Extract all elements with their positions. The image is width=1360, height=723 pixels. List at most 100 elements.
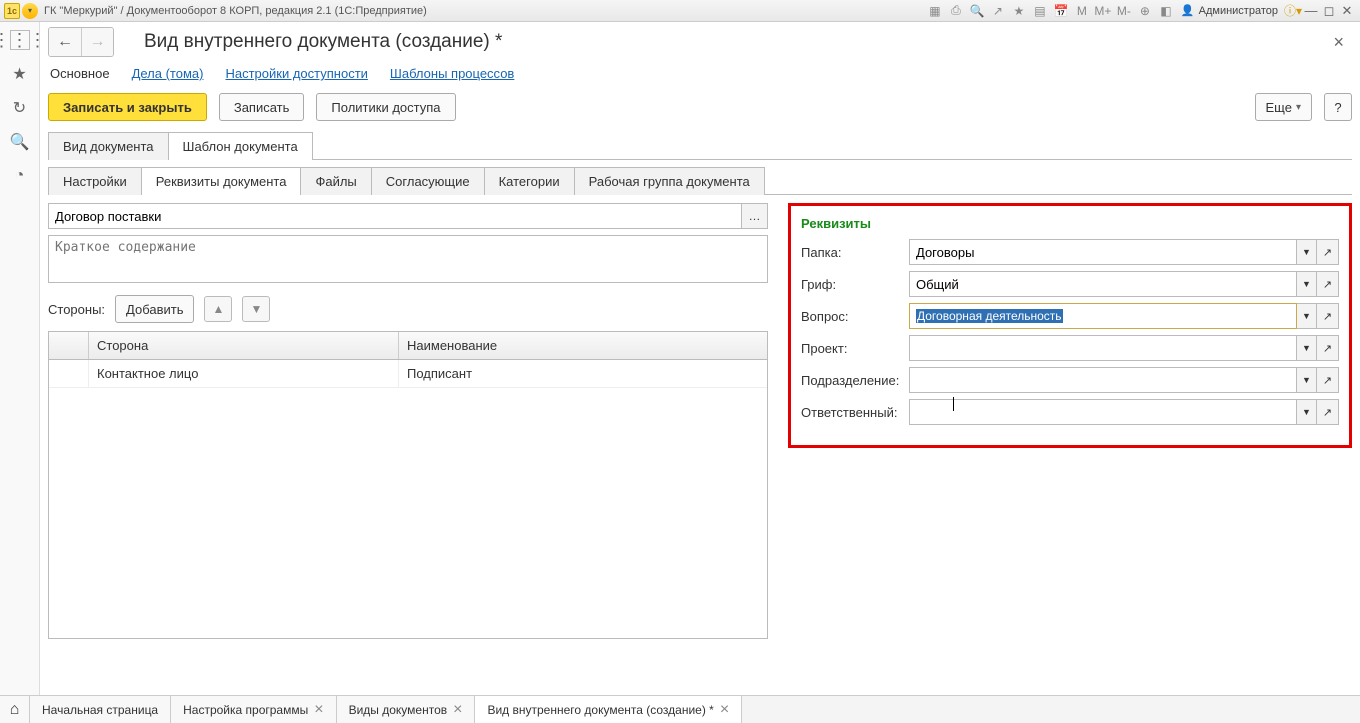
m-minus-icon[interactable]: M- — [1115, 2, 1133, 20]
folder-dropdown-button[interactable]: ▼ — [1297, 239, 1317, 265]
taskbar-home-button[interactable]: ⌂ — [0, 696, 30, 723]
grid-cell-icon — [49, 360, 89, 388]
project-dropdown-button[interactable]: ▼ — [1297, 335, 1317, 361]
link-access[interactable]: Настройки доступности — [225, 66, 367, 81]
grif-label: Гриф: — [801, 277, 909, 292]
save-button[interactable]: Записать — [219, 93, 305, 121]
tab-categories[interactable]: Категории — [484, 167, 575, 195]
folder-input[interactable] — [909, 239, 1297, 265]
move-down-button[interactable]: ▼ — [242, 296, 270, 322]
taskbar-tab-current[interactable]: Вид внутреннего документа (создание) *× — [475, 696, 742, 723]
grif-open-button[interactable]: ↗ — [1317, 271, 1339, 297]
text-cursor-icon — [953, 397, 954, 411]
grif-dropdown-button[interactable]: ▼ — [1297, 271, 1317, 297]
access-policies-button[interactable]: Политики доступа — [316, 93, 455, 121]
taskbar-tab-label: Виды документов — [349, 703, 448, 717]
info-icon[interactable]: ⓘ▾ — [1284, 2, 1302, 20]
tab-workgroup[interactable]: Рабочая группа документа — [574, 167, 765, 195]
taskbar-tab-settings[interactable]: Настройка программы × — [171, 696, 336, 723]
print-preview-icon[interactable]: ▦ — [926, 2, 944, 20]
page-title: Вид внутреннего документа (создание) * — [144, 31, 502, 53]
tab-requisites[interactable]: Реквизиты документа — [141, 167, 302, 195]
department-input[interactable] — [909, 367, 1297, 393]
user-label[interactable]: 👤 Администратор — [1175, 4, 1284, 17]
tabs-level-1: Вид документа Шаблон документа — [48, 131, 1352, 160]
project-open-button[interactable]: ↗ — [1317, 335, 1339, 361]
window-title: ГК "Меркурий" / Документооборот 8 КОРП, … — [44, 5, 427, 17]
project-input[interactable] — [909, 335, 1297, 361]
grid-cell-name: Подписант — [399, 360, 767, 388]
move-up-button[interactable]: ▲ — [204, 296, 232, 322]
tab-close-icon[interactable]: × — [720, 701, 729, 719]
link-icon[interactable]: ↗ — [989, 2, 1007, 20]
page-close-button[interactable]: × — [1325, 28, 1352, 57]
minimize-button[interactable]: — — [1302, 2, 1320, 20]
doc-name-input[interactable] — [48, 203, 742, 229]
section-links: Основное Дела (тома) Настройки доступнос… — [48, 62, 1352, 93]
search-rail-icon[interactable]: 🔍 — [10, 132, 30, 152]
app-logo-icon: 1c — [4, 3, 20, 19]
brief-textarea[interactable] — [48, 235, 768, 283]
close-button[interactable]: ✕ — [1338, 2, 1356, 20]
add-side-button[interactable]: Добавить — [115, 295, 194, 323]
zoom-icon[interactable]: ⊕ — [1136, 2, 1154, 20]
department-label: Подразделение: — [801, 373, 909, 388]
calculator-icon[interactable]: ▤ — [1031, 2, 1049, 20]
more-button[interactable]: Еще — [1255, 93, 1312, 121]
history-icon[interactable]: ↻ — [10, 98, 30, 118]
responsible-input[interactable] — [909, 399, 1297, 425]
folder-label: Папка: — [801, 245, 909, 260]
app-menu-dropdown[interactable]: ▾ — [22, 3, 38, 19]
link-templates[interactable]: Шаблоны процессов — [390, 66, 514, 81]
tab-close-icon[interactable]: × — [453, 701, 462, 719]
sections-menu-icon[interactable]: ⋮⋮⋮ — [10, 30, 30, 50]
topic-dropdown-button[interactable]: ▼ — [1297, 303, 1317, 329]
tab-close-icon[interactable]: × — [314, 701, 323, 719]
responsible-dropdown-button[interactable]: ▼ — [1297, 399, 1317, 425]
titlebar: 1c ▾ ГК "Меркурий" / Документооборот 8 К… — [0, 0, 1360, 22]
maximize-button[interactable]: ◻ — [1320, 2, 1338, 20]
grid-header-name[interactable]: Наименование — [399, 332, 767, 359]
department-open-button[interactable]: ↗ — [1317, 367, 1339, 393]
tab-document-type[interactable]: Вид документа — [48, 132, 169, 160]
sides-label: Стороны: — [48, 302, 105, 317]
doc-name-ellipsis-button[interactable]: … — [742, 203, 768, 229]
tab-document-template[interactable]: Шаблон документа — [168, 132, 313, 160]
grid-header-side[interactable]: Сторона — [89, 332, 399, 359]
tab-approvers[interactable]: Согласующие — [371, 167, 485, 195]
nav-forward-button[interactable]: → — [81, 28, 113, 56]
nav-back-button[interactable]: ← — [49, 28, 81, 56]
help-button[interactable]: ? — [1324, 93, 1352, 121]
grid-row[interactable]: Контактное лицо Подписант — [49, 360, 767, 388]
folder-open-button[interactable]: ↗ — [1317, 239, 1339, 265]
favorites-icon[interactable]: ★ — [10, 64, 30, 84]
favorite-icon[interactable]: ★ — [1010, 2, 1028, 20]
taskbar-tab-start[interactable]: Начальная страница — [30, 696, 171, 723]
tab-files[interactable]: Файлы — [300, 167, 371, 195]
calendar-icon[interactable]: 📅 — [1052, 2, 1070, 20]
m-plus-icon[interactable]: M+ — [1094, 2, 1112, 20]
link-dela[interactable]: Дела (тома) — [132, 66, 204, 81]
user-icon: 👤 — [1181, 4, 1195, 17]
print-icon[interactable]: ⎙ — [947, 2, 965, 20]
department-dropdown-button[interactable]: ▼ — [1297, 367, 1317, 393]
taskbar-tab-label: Настройка программы — [183, 703, 308, 717]
grid-empty-area — [49, 388, 767, 638]
tabs-level-2: Настройки Реквизиты документа Файлы Согл… — [48, 160, 1352, 195]
tab-settings[interactable]: Настройки — [48, 167, 142, 195]
notifications-icon[interactable]: ◔ — [10, 166, 30, 186]
topic-label: Вопрос: — [801, 309, 909, 324]
command-bar: Записать и закрыть Записать Политики дос… — [48, 93, 1352, 131]
link-main[interactable]: Основное — [50, 66, 110, 81]
save-and-close-button[interactable]: Записать и закрыть — [48, 93, 207, 121]
responsible-open-button[interactable]: ↗ — [1317, 399, 1339, 425]
left-rail: ⋮⋮⋮ ★ ↻ 🔍 ◔ — [0, 22, 40, 695]
topic-open-button[interactable]: ↗ — [1317, 303, 1339, 329]
panel-icon[interactable]: ◧ — [1157, 2, 1175, 20]
m-icon[interactable]: M — [1073, 2, 1091, 20]
taskbar-tab-doc-types[interactable]: Виды документов × — [337, 696, 476, 723]
search-icon[interactable]: 🔍 — [968, 2, 986, 20]
grif-input[interactable] — [909, 271, 1297, 297]
nav-back-forward: ← → — [48, 27, 114, 57]
taskbar: ⌂ Начальная страница Настройка программы… — [0, 695, 1360, 723]
